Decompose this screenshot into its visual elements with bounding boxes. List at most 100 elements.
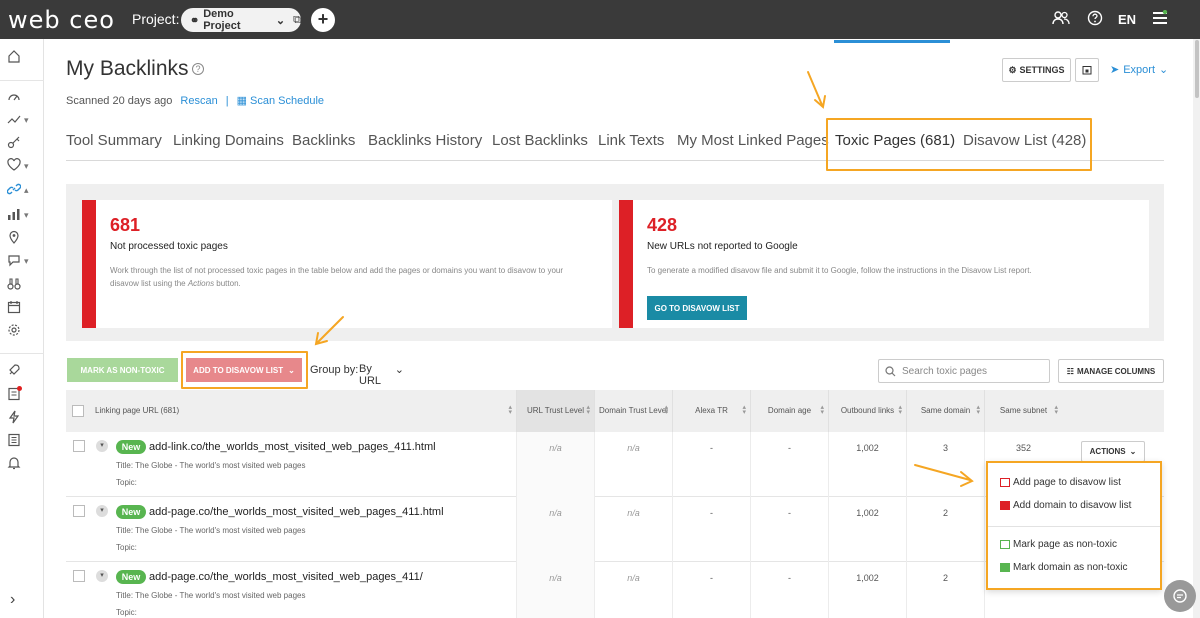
search-input[interactable]: Search toxic pages	[878, 359, 1050, 383]
chevron-down-icon: ⌄	[1129, 447, 1137, 456]
col-url-trust[interactable]: URL Trust Level ▴ ▾	[516, 390, 594, 432]
settings-button[interactable]: ⚙ SETTINGS	[1002, 58, 1071, 82]
question-icon[interactable]: ?	[192, 63, 204, 75]
schedule-button[interactable]	[1075, 58, 1099, 82]
webceo-logo[interactable]: web ceo	[8, 6, 115, 34]
chevron-down-icon: ⌄	[275, 14, 286, 27]
expand-row-icon[interactable]: ▾	[96, 440, 108, 452]
sidebar-item-reports[interactable]	[7, 386, 41, 404]
chevron-down-icon: ▾	[24, 160, 29, 171]
add-project-button[interactable]: +	[311, 8, 335, 32]
toxic-count: 681	[110, 215, 141, 235]
col-linking-page-url[interactable]: Linking page URL (681) ▴ ▾	[66, 390, 516, 432]
tab-linking-domains[interactable]: Linking Domains	[173, 132, 284, 149]
url-trust-cell: n/a	[516, 497, 594, 562]
col-same-subnet[interactable]: Same subnet ▴ ▾	[984, 390, 1062, 432]
same-domain-cell: 2	[906, 562, 984, 618]
row-checkbox[interactable]	[73, 440, 85, 452]
row-checkbox[interactable]	[73, 570, 85, 582]
gear-icon: ⚙	[1008, 64, 1017, 75]
disavow-label: New URLs not reported to Google	[647, 241, 798, 252]
lightning-icon	[7, 410, 21, 427]
export-button[interactable]: ➤ Export ⌄	[1110, 63, 1168, 77]
col-alexa-tr[interactable]: Alexa TR ▴ ▾	[672, 390, 750, 432]
key-icon	[7, 135, 21, 152]
alexa-cell: -	[672, 497, 750, 562]
menu-item-add-page-disavow[interactable]: Add page to disavow list	[1000, 477, 1121, 488]
menu-item-mark-domain-non-toxic[interactable]: Mark domain as non-toxic	[1000, 562, 1128, 573]
sidebar-item-home[interactable]	[7, 48, 41, 66]
actions-button[interactable]: ACTIONS ⌄	[1081, 441, 1145, 462]
tab-lost-backlinks[interactable]: Lost Backlinks	[492, 132, 588, 149]
col-domain-age[interactable]: Domain age ▴ ▾	[750, 390, 828, 432]
sidebar-item-dashboard[interactable]	[7, 89, 41, 107]
linking-page-url[interactable]: add-link.co/the_worlds_most_visited_web_…	[149, 441, 436, 453]
share-icon: ⚭	[190, 14, 200, 27]
help-icon[interactable]	[1087, 10, 1103, 30]
chat-support-button[interactable]	[1164, 580, 1196, 612]
sidebar-item-automation[interactable]	[7, 409, 41, 427]
linking-page-url[interactable]: add-page.co/the_worlds_most_visited_web_…	[149, 571, 423, 583]
chevron-down-icon: ▾	[24, 114, 29, 125]
group-by-select[interactable]: By URL ⌄	[359, 363, 404, 391]
highlight-box-tabs	[826, 118, 1092, 171]
col-outbound-links[interactable]: Outbound links ▴ ▾	[828, 390, 906, 432]
tab-link-texts[interactable]: Link Texts	[598, 132, 664, 149]
rescan-link[interactable]: Rescan	[180, 95, 217, 107]
sidebar-item-launch[interactable]	[7, 362, 41, 380]
scan-schedule-link[interactable]: ▦ Scan Schedule	[237, 94, 324, 107]
sidebar-item-tasks[interactable]	[7, 432, 41, 450]
page-title: My Backlinks	[66, 57, 189, 80]
calendar-icon: ▦	[236, 95, 251, 107]
tab-backlinks-history[interactable]: Backlinks History	[368, 132, 482, 149]
chat-bubble-icon	[7, 253, 21, 270]
project-name: Demo Project	[203, 8, 241, 32]
linking-page-url[interactable]: add-page.co/the_worlds_most_visited_web_…	[149, 506, 444, 518]
toxic-label: Not processed toxic pages	[110, 241, 228, 252]
rocket-icon	[7, 363, 21, 380]
sort-icon: ▴ ▾	[508, 404, 512, 416]
scrollbar-track[interactable]	[1193, 39, 1200, 618]
sidebar-item-rankings[interactable]: ▾	[7, 111, 41, 129]
sidebar-expand-icon[interactable]: ›	[10, 591, 15, 609]
sidebar-item-alerts[interactable]	[7, 455, 41, 473]
sidebar-item-competitors[interactable]	[7, 276, 41, 294]
sidebar-item-backlinks[interactable]: ▴	[6, 181, 41, 199]
expand-row-icon[interactable]: ▾	[96, 505, 108, 517]
manage-columns-button[interactable]: ☷ MANAGE COLUMNS	[1058, 359, 1164, 383]
project-selector[interactable]: ⚭ Demo Project ⌄ ⧉	[181, 8, 301, 32]
tab-tool-summary[interactable]: Tool Summary	[66, 132, 162, 149]
sidebar-item-calendar[interactable]	[7, 299, 41, 317]
menu-icon[interactable]	[1152, 9, 1168, 30]
mark-non-toxic-button[interactable]: MARK AS NON-TOXIC	[67, 358, 178, 382]
disavow-domain-icon	[1000, 501, 1010, 510]
go-to-disavow-button[interactable]: GO TO DISAVOW LIST	[647, 296, 747, 320]
menu-item-mark-page-non-toxic[interactable]: Mark page as non-toxic	[1000, 539, 1117, 550]
tab-most-linked-pages[interactable]: My Most Linked Pages	[677, 132, 829, 149]
sidebar-item-analytics[interactable]: ▾	[7, 206, 41, 224]
sidebar-item-settings[interactable]	[7, 322, 41, 340]
sidebar-item-local[interactable]	[7, 229, 41, 247]
users-icon[interactable]	[1052, 10, 1070, 30]
page-topic: Topic:	[116, 608, 137, 617]
sidebar-item-social[interactable]: ▾	[7, 252, 41, 270]
external-link-icon[interactable]: ⧉	[293, 14, 301, 27]
scan-info: Scanned 20 days ago Rescan | ▦ Scan Sche…	[66, 94, 324, 108]
tab-backlinks[interactable]: Backlinks	[292, 132, 355, 149]
col-same-domain[interactable]: Same domain ▴ ▾	[906, 390, 984, 432]
sidebar-item-tools[interactable]	[7, 134, 41, 152]
send-icon: ➤	[1110, 64, 1120, 76]
menu-item-add-domain-disavow[interactable]: Add domain to disavow list	[1000, 500, 1131, 511]
language-selector[interactable]: EN	[1118, 12, 1136, 27]
alexa-cell: -	[672, 432, 750, 497]
expand-row-icon[interactable]: ▾	[96, 570, 108, 582]
row-checkbox[interactable]	[73, 505, 85, 517]
sidebar-item-health[interactable]: ▾	[7, 157, 41, 175]
new-badge: New	[116, 570, 146, 584]
search-icon	[885, 365, 896, 376]
col-domain-trust[interactable]: Domain Trust Level ▴ ▾	[594, 390, 672, 432]
outbound-cell: 1,002	[828, 432, 906, 497]
url-trust-cell: n/a	[516, 562, 594, 618]
sort-icon: ▴ ▾	[1054, 404, 1058, 416]
scrollbar-thumb[interactable]	[1195, 40, 1199, 98]
